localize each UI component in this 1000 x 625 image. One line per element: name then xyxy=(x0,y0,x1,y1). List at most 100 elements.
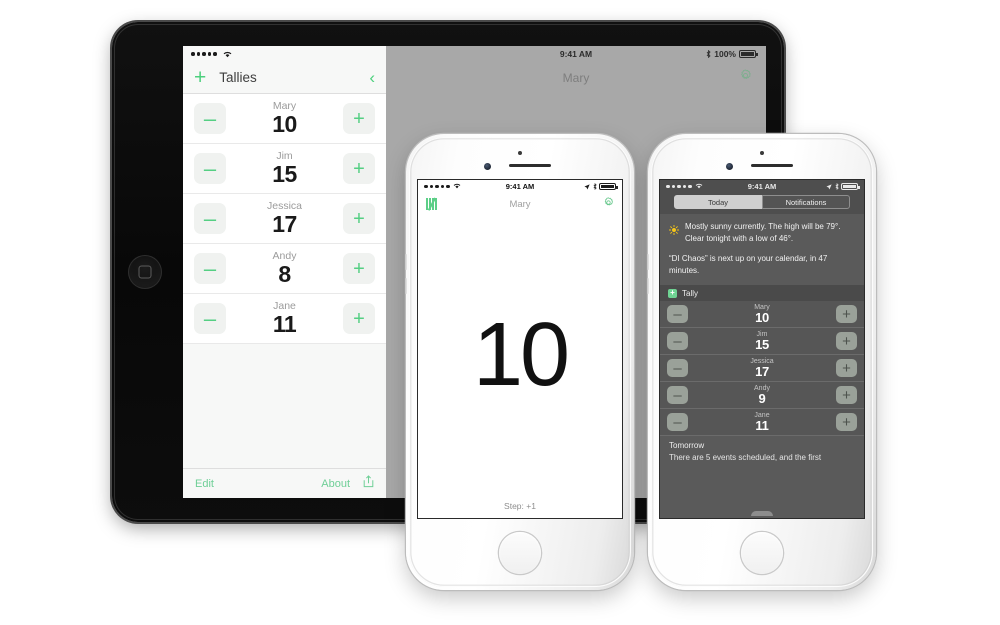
tally-count: 10 xyxy=(272,110,297,137)
ipad-status-bar xyxy=(183,46,386,62)
tally-widget-rows: – Mary 10 + – Jim 15 + – Jessica 17 + – … xyxy=(660,301,864,437)
tally-info: Jane 11 xyxy=(693,412,831,433)
detail-title: Mary xyxy=(562,71,590,85)
decrement-button[interactable]: – xyxy=(194,153,226,184)
increment-button[interactable]: + xyxy=(836,413,857,432)
tally-info: Jessica 17 xyxy=(693,358,831,379)
gear-icon[interactable] xyxy=(739,69,752,87)
widget-title: Tally xyxy=(682,288,699,298)
tally-count: 11 xyxy=(755,418,769,434)
table-row[interactable]: – Andy 8 + xyxy=(183,244,386,294)
sun-icon xyxy=(668,222,680,236)
app-navigation-bar: Mary xyxy=(418,193,622,215)
about-button[interactable]: About xyxy=(321,478,350,490)
iphone-right-device: 9:41 AM Today Notifications Mostly sunny… xyxy=(646,134,876,590)
tally-counter-display[interactable]: 10 xyxy=(418,215,622,494)
home-button[interactable] xyxy=(499,532,541,574)
battery-icon xyxy=(599,182,618,191)
increment-button[interactable]: + xyxy=(343,303,375,334)
decrement-button[interactable]: – xyxy=(667,332,688,351)
ipad-home-button[interactable] xyxy=(128,255,162,289)
battery-percent: 100% xyxy=(714,49,736,59)
tally-info: Mary 10 xyxy=(226,101,343,136)
decrement-button[interactable]: – xyxy=(194,253,226,284)
table-row[interactable]: – Jessica 17 + xyxy=(183,194,386,244)
wifi-icon xyxy=(223,46,232,63)
decrement-button[interactable]: – xyxy=(667,359,688,378)
home-button-square-icon xyxy=(138,265,152,279)
decrement-button[interactable]: – xyxy=(667,386,688,405)
list-item[interactable]: – Mary 10 + xyxy=(660,301,864,329)
tally-info: Jessica 17 xyxy=(226,201,343,236)
list-item[interactable]: – Jessica 17 + xyxy=(660,355,864,383)
decrement-button[interactable]: – xyxy=(194,203,226,234)
tally-widget-header[interactable]: + Tally xyxy=(660,285,864,302)
ipad-navigation-bar: + Tallies ‹ xyxy=(183,62,386,94)
decrement-button[interactable]: – xyxy=(194,103,226,134)
tally-count: 9 xyxy=(758,391,766,407)
tally-count-large: 10 xyxy=(472,304,570,405)
decrement-button[interactable]: – xyxy=(667,413,688,432)
page-title: Tallies xyxy=(219,70,257,85)
increment-button[interactable]: + xyxy=(836,359,857,378)
volume-down-button[interactable] xyxy=(646,278,649,294)
battery-icon xyxy=(739,50,758,58)
tally-count: 8 xyxy=(278,260,291,287)
tally-info: Jim 15 xyxy=(226,151,343,186)
table-row[interactable]: – Jane 11 + xyxy=(183,294,386,344)
widget-add-icon[interactable]: + xyxy=(668,288,677,298)
tally-count: 15 xyxy=(272,160,297,187)
location-arrow-icon xyxy=(584,183,590,190)
edit-button[interactable]: Edit xyxy=(195,478,214,490)
tomorrow-title: Tomorrow xyxy=(660,436,864,454)
tally-app-detail-view: 9:41 AM Mary 10 Step: +1 xyxy=(418,180,622,518)
notification-center-grabber[interactable] xyxy=(751,511,773,516)
table-row[interactable]: – Mary 10 + xyxy=(183,94,386,144)
ipad-detail-status-bar: 9:41 AM 100% xyxy=(386,46,766,62)
increment-button[interactable]: + xyxy=(836,305,857,324)
increment-button[interactable]: + xyxy=(343,253,375,284)
increment-button[interactable]: + xyxy=(836,332,857,351)
tab-today[interactable]: Today xyxy=(674,195,762,209)
tally-info: Jim 15 xyxy=(693,331,831,352)
earpiece-speaker-icon xyxy=(509,164,551,168)
list-item[interactable]: – Jim 15 + xyxy=(660,328,864,356)
list-item[interactable]: – Jane 11 + xyxy=(660,409,864,437)
decrement-button[interactable]: – xyxy=(667,305,688,324)
volume-up-button[interactable] xyxy=(646,254,649,270)
gear-icon[interactable] xyxy=(603,195,614,213)
volume-up-button[interactable] xyxy=(404,254,407,270)
bluetooth-icon xyxy=(835,183,839,190)
tally-count: 10 xyxy=(755,310,769,326)
screenshot-canvas: + Tallies ‹ – Mary 10 + – Jim 15 + – Jes… xyxy=(0,0,1000,625)
tally-info: Mary 10 xyxy=(693,304,831,325)
home-button[interactable] xyxy=(741,532,783,574)
increment-button[interactable]: + xyxy=(343,103,375,134)
add-tally-button[interactable]: + xyxy=(194,67,206,88)
volume-down-button[interactable] xyxy=(404,278,407,294)
tab-notifications[interactable]: Notifications xyxy=(762,195,850,209)
signal-dots-icon xyxy=(191,52,217,56)
ipad-bottom-toolbar: Edit About xyxy=(183,468,386,498)
increment-button[interactable]: + xyxy=(343,153,375,184)
decrement-button[interactable]: – xyxy=(194,303,226,334)
notification-center: 9:41 AM Today Notifications Mostly sunny… xyxy=(660,180,864,518)
list-empty-area xyxy=(183,344,386,468)
bluetooth-icon xyxy=(706,50,711,58)
step-label: Step: +1 xyxy=(418,494,622,518)
share-icon[interactable] xyxy=(363,474,374,493)
tally-count: 17 xyxy=(272,210,297,237)
ambient-sensor-icon xyxy=(518,151,522,155)
detail-title: Mary xyxy=(509,198,531,210)
tomorrow-body-text: There are 5 events scheduled, and the fi… xyxy=(669,453,822,463)
increment-button[interactable]: + xyxy=(836,386,857,405)
list-item[interactable]: – Andy 9 + xyxy=(660,382,864,410)
table-row[interactable]: – Jim 15 + xyxy=(183,144,386,194)
back-chevron-icon[interactable]: ‹ xyxy=(369,68,375,88)
weather-text: Mostly sunny currently. The high will be… xyxy=(685,222,841,243)
status-time: 9:41 AM xyxy=(559,49,593,59)
front-camera-icon xyxy=(484,163,491,170)
weather-summary: Mostly sunny currently. The high will be… xyxy=(668,221,855,244)
ipad-detail-navbar: Mary xyxy=(386,62,766,94)
increment-button[interactable]: + xyxy=(343,203,375,234)
